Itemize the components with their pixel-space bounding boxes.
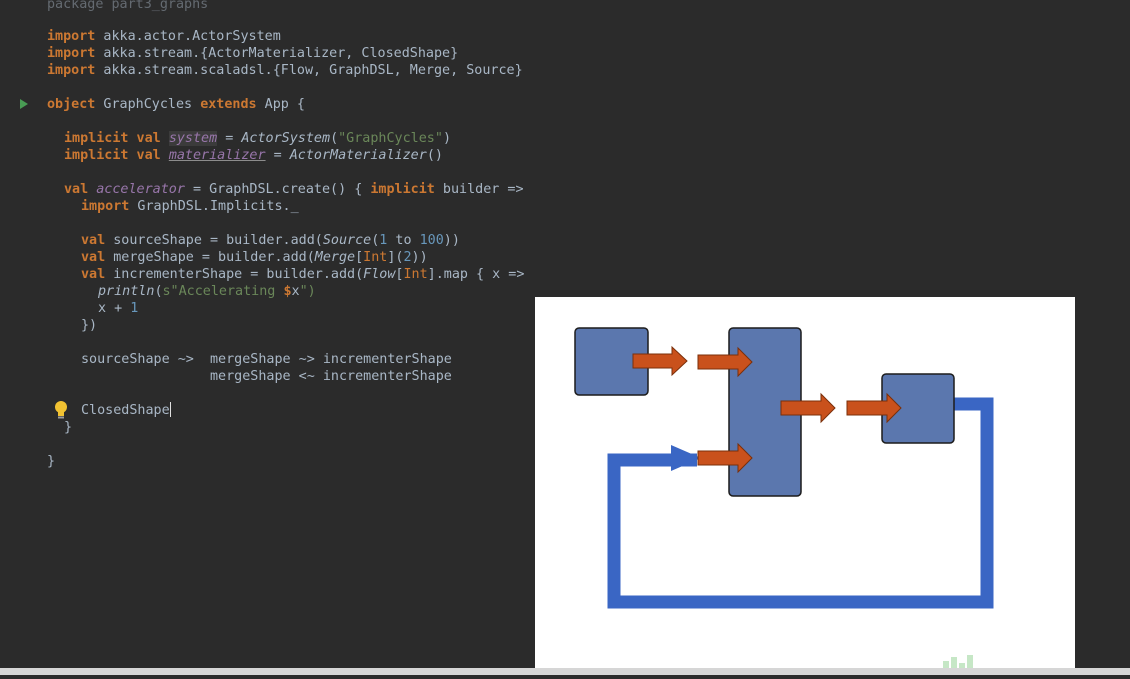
bottom-status-strip	[0, 668, 1130, 675]
merge-shape-line: val mergeShape = builder.add(Merge[Int](…	[81, 250, 428, 265]
source-shape-line: val sourceShape = builder.add(Source(1 t…	[81, 233, 460, 248]
incrementer-shape-line: val incrementerShape = builder.add(Flow[…	[81, 267, 525, 282]
close-brace-inner: }	[64, 420, 73, 435]
graph-cycle-diagram	[535, 297, 1075, 675]
wiring-line-2: mergeShape <~ incrementerShape	[81, 369, 452, 384]
close-paren-line: })	[81, 318, 98, 333]
system-line: implicit val system = ActorSystem("Graph…	[64, 131, 451, 146]
close-brace-outer: }	[47, 454, 56, 469]
import-line-1: import akka.actor.ActorSystem	[47, 29, 281, 44]
import-line-3: import akka.stream.scaladsl.{Flow, Graph…	[47, 63, 523, 78]
diagram-canvas	[574, 327, 994, 673]
package-line: package part3_graphs	[47, 0, 209, 12]
feedback-loop-arrowhead	[671, 445, 701, 471]
object-declaration: object GraphCycles extends App {	[47, 97, 305, 112]
wiring-line-1: sourceShape ~> mergeShape ~> incrementer…	[81, 352, 452, 367]
x-plus-one-line: x + 1	[98, 301, 139, 316]
materializer-line: implicit val materializer = ActorMateria…	[64, 148, 443, 163]
lightbulb-icon[interactable]	[53, 400, 69, 420]
println-line: println(s"Accelerating $x")	[98, 284, 316, 299]
closed-shape-line: ClosedShape	[81, 402, 171, 418]
text-caret	[169, 402, 171, 417]
accelerator-line: val accelerator = GraphDSL.create() { im…	[64, 182, 524, 197]
import-line-2: import akka.stream.{ActorMaterializer, C…	[47, 46, 459, 61]
run-gutter-icon[interactable]	[20, 99, 28, 109]
import-implicits-line: import GraphDSL.Implicits._	[81, 199, 299, 214]
